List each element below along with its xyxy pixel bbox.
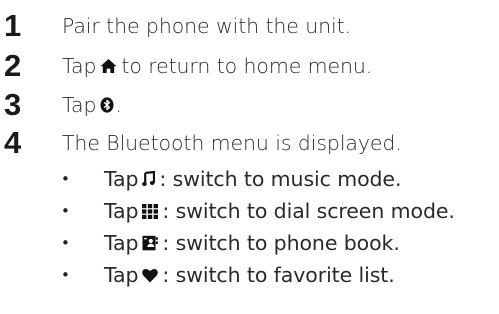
step-number: 3 — [4, 87, 22, 122]
bullet-text: Tap : switch to dial screen mode. — [104, 195, 455, 227]
bullet-glyph: • — [61, 234, 70, 252]
bullet-text-after: : switch to dial screen mode. — [162, 199, 455, 223]
bluetooth-icon — [100, 97, 114, 113]
bullet-text: Tap : switch to music mode. — [104, 163, 401, 195]
music-note-icon — [142, 171, 156, 187]
bullet-text-before: Tap — [104, 167, 139, 191]
step-text: The Bluetooth menu is displayed. — [62, 131, 402, 155]
step-text: Tap to return to home menu. — [62, 48, 372, 84]
bullet-text-before: Tap — [104, 263, 139, 287]
phone-book-icon — [142, 235, 159, 251]
home-icon — [100, 58, 117, 74]
bullet-text: Tap : switch to phone book. — [104, 227, 400, 259]
bullet-text-after: : switch to music mode. — [159, 167, 402, 191]
bullet-text: Tap : switch to favorite list. — [104, 259, 395, 291]
step-text-before: Tap — [62, 93, 97, 117]
bullet-text-before: Tap — [104, 199, 139, 223]
step-number: 4 — [4, 125, 22, 160]
step-text-after: . — [115, 93, 122, 117]
step-number: 2 — [4, 48, 22, 83]
step-text-before: Tap — [62, 54, 97, 78]
step-text: Pair the phone with the unit. — [62, 14, 351, 38]
step-text-after: to return to home menu. — [121, 54, 373, 78]
step-number: 1 — [4, 8, 22, 43]
bullet-text-after: : switch to favorite list. — [162, 263, 395, 287]
bullet-glyph: • — [61, 202, 70, 220]
bullet-glyph: • — [61, 170, 70, 188]
bullet-text-after: : switch to phone book. — [162, 231, 400, 255]
dial-grid-icon — [142, 203, 159, 219]
bullet-glyph: • — [61, 266, 70, 284]
step-text: Tap . — [62, 87, 122, 123]
heart-icon — [142, 268, 159, 283]
bullet-text-before: Tap — [104, 231, 139, 255]
